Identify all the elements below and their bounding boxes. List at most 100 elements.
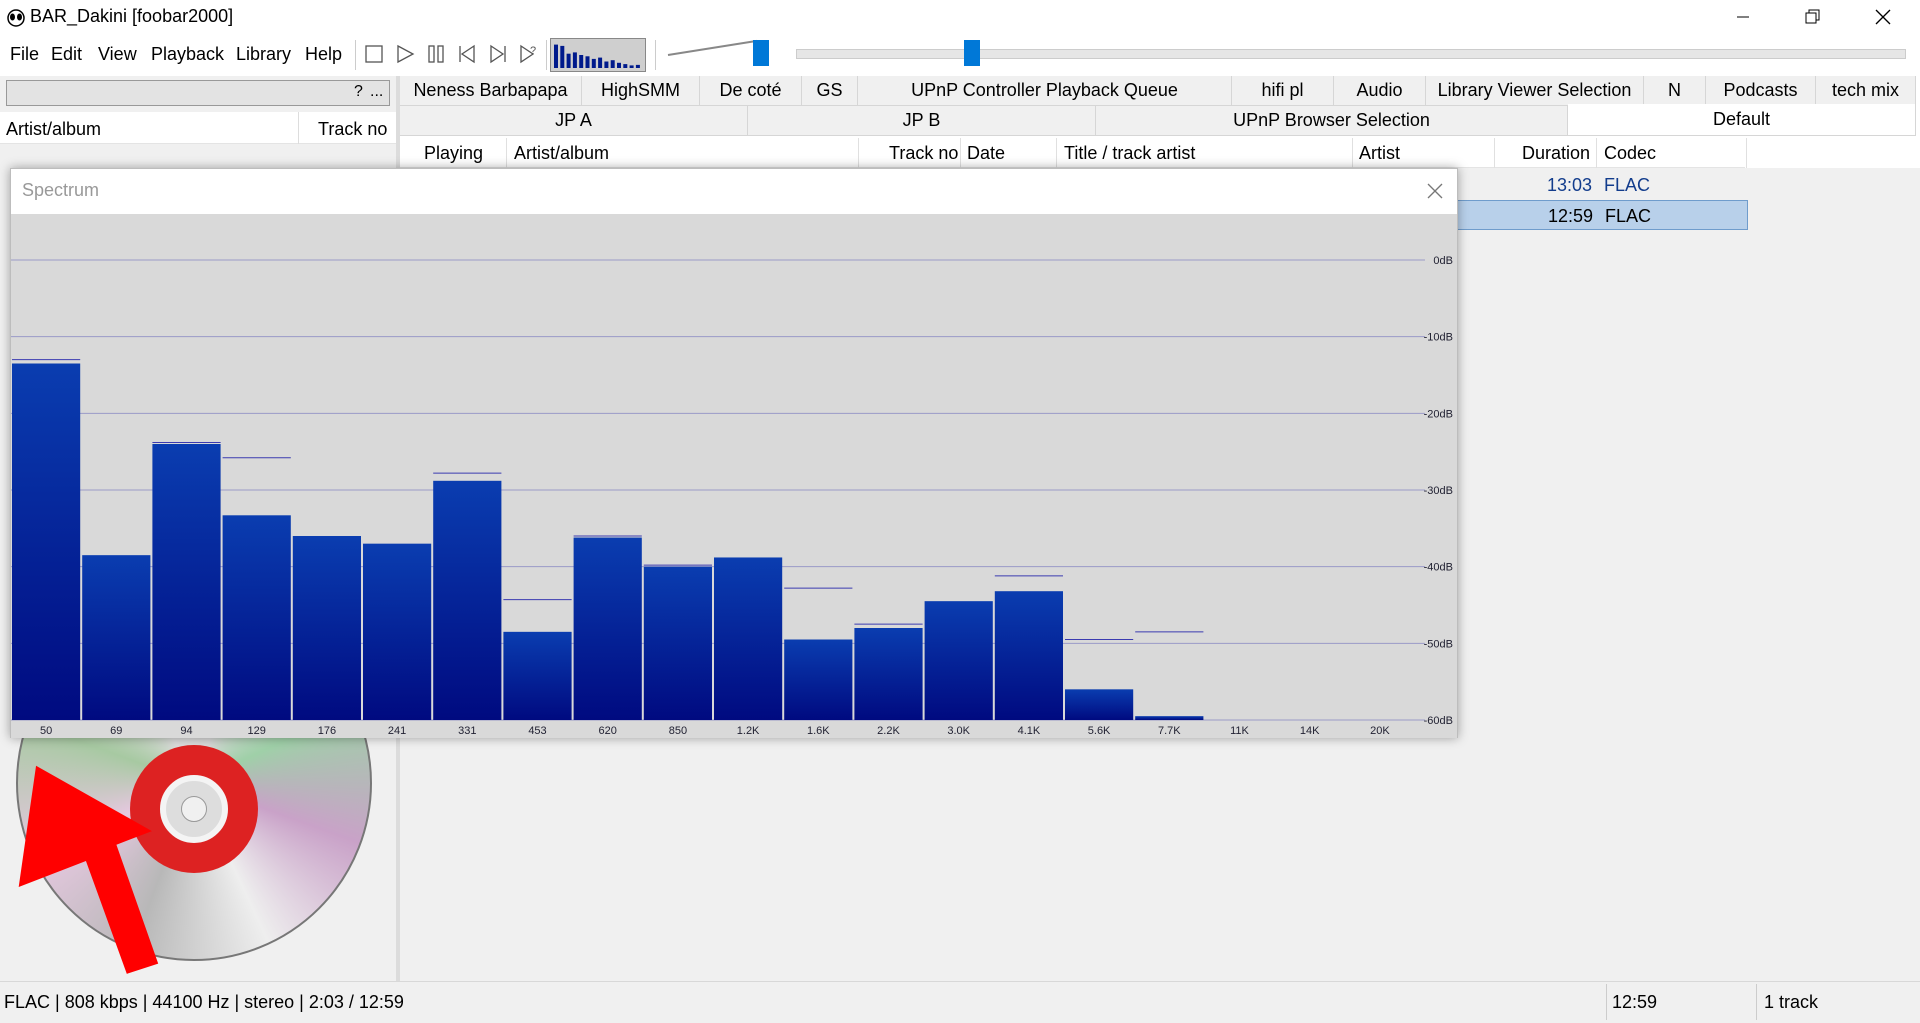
row-duration: 12:59: [1548, 206, 1594, 226]
x-tick-label: 1.2K: [737, 725, 760, 737]
y-tick-label: -20dB: [1424, 408, 1453, 420]
close-icon: [1427, 183, 1443, 199]
column-divider[interactable]: [1056, 138, 1057, 168]
pause-icon: [428, 45, 444, 63]
mini-spectrum-bar: [598, 57, 603, 68]
pause-button[interactable]: [422, 40, 450, 68]
tab-tech-mix[interactable]: tech mix: [1816, 76, 1916, 106]
mini-spectrum-bar: [554, 44, 558, 68]
restore-button[interactable]: [1778, 0, 1848, 34]
spectrum-bar: [292, 536, 361, 720]
library-column-track-no[interactable]: Track no: [318, 119, 387, 140]
spectrum-bar: [924, 601, 993, 720]
y-tick-label: -30dB: [1424, 485, 1453, 497]
menu-view[interactable]: View: [98, 44, 137, 65]
previous-button[interactable]: [453, 40, 481, 68]
column-codec[interactable]: Codec: [1604, 143, 1656, 164]
tab-neness-barbapapa[interactable]: Neness Barbapapa: [400, 76, 582, 106]
mini-spectrum-bar: [591, 58, 596, 68]
mini-spectrum-bar: [566, 53, 571, 68]
tab-default[interactable]: Default: [1568, 104, 1916, 136]
tab-jp-a[interactable]: JP A: [400, 106, 748, 136]
tab-audio[interactable]: Audio: [1334, 76, 1426, 106]
search-help-button[interactable]: ?: [354, 83, 363, 101]
column-divider[interactable]: [298, 112, 299, 144]
column-track-no[interactable]: Track no: [889, 143, 958, 164]
library-search-input[interactable]: [6, 80, 390, 106]
y-tick-label: -10dB: [1424, 332, 1453, 344]
tab-hifi-pl[interactable]: hifi pl: [1232, 76, 1334, 106]
x-tick-label: 241: [388, 725, 406, 737]
spectrum-bar: [433, 480, 502, 720]
tab-jp-b[interactable]: JP B: [748, 106, 1096, 136]
x-tick-label: 850: [669, 725, 687, 737]
column-divider[interactable]: [1352, 138, 1353, 168]
menu-file[interactable]: File: [10, 44, 39, 65]
x-tick-label: 176: [318, 725, 336, 737]
column-divider[interactable]: [960, 138, 961, 168]
tab-upnp-controller-playback-queue[interactable]: UPnP Controller Playback Queue: [858, 76, 1232, 106]
y-tick-label: -40dB: [1424, 562, 1453, 574]
status-divider: [1606, 984, 1607, 1020]
column-divider[interactable]: [506, 138, 507, 168]
column-divider[interactable]: [1494, 138, 1495, 168]
x-tick-label: 2.2K: [877, 725, 900, 737]
library-column-artist-album[interactable]: Artist/album: [6, 119, 101, 140]
column-playing[interactable]: Playing: [424, 143, 483, 164]
x-tick-label: 129: [248, 725, 266, 737]
mini-spectrum-bar: [635, 64, 640, 68]
restore-icon: [1805, 9, 1820, 24]
tab-podcasts[interactable]: Podcasts: [1706, 76, 1816, 106]
x-tick-label: 1.6K: [807, 725, 830, 737]
column-divider[interactable]: [1746, 138, 1747, 168]
x-tick-label: 69: [110, 725, 122, 737]
seekbar-track[interactable]: [796, 49, 1906, 59]
play-icon: [397, 44, 415, 64]
menu-library[interactable]: Library: [236, 44, 291, 65]
mini-spectrum-bar: [572, 52, 577, 68]
spectrum-close-button[interactable]: [1422, 178, 1448, 204]
close-button[interactable]: [1848, 0, 1918, 34]
x-tick-label: 4.1K: [1018, 725, 1041, 737]
column-divider[interactable]: [1596, 138, 1597, 168]
next-button[interactable]: [484, 40, 512, 68]
y-tick-label: -60dB: [1424, 715, 1453, 727]
y-tick-label: -50dB: [1424, 638, 1453, 650]
row-codec: FLAC: [1605, 206, 1652, 226]
volume-slider-thumb[interactable]: [753, 40, 769, 66]
spectrum-bar: [82, 555, 151, 720]
spectrum-bar: [573, 537, 642, 720]
mini-spectrum-bars: [554, 44, 640, 68]
column-duration[interactable]: Duration: [1522, 143, 1590, 164]
menu-help[interactable]: Help: [305, 44, 342, 65]
column-artist-album[interactable]: Artist/album: [514, 143, 609, 164]
tab-library-viewer-selection[interactable]: Library Viewer Selection: [1426, 76, 1644, 106]
column-title-track-artist[interactable]: Title / track artist: [1064, 143, 1195, 164]
tab-n[interactable]: N: [1644, 76, 1706, 106]
minimize-icon: [1737, 16, 1749, 18]
mini-spectrum-visualisation[interactable]: [550, 38, 646, 72]
status-track-info: FLAC | 808 kbps | 44100 Hz | stereo | 2:…: [4, 992, 404, 1012]
spectrum-window-title: Spectrum: [22, 180, 100, 200]
play-button[interactable]: [391, 40, 419, 68]
random-button[interactable]: ?: [515, 40, 543, 68]
column-divider[interactable]: [858, 138, 859, 168]
x-tick-label: 5.6K: [1088, 725, 1111, 737]
menu-edit[interactable]: Edit: [51, 44, 82, 65]
search-options-button[interactable]: ...: [370, 83, 383, 101]
spectrum-bar: [222, 515, 291, 720]
status-divider: [1756, 984, 1757, 1020]
column-date[interactable]: Date: [967, 143, 1005, 164]
tab-de-cote[interactable]: De coté: [700, 76, 802, 106]
column-artist[interactable]: Artist: [1359, 143, 1400, 164]
title-bar: [0, 0, 1920, 34]
menu-playback[interactable]: Playback: [151, 44, 224, 65]
tab-gs[interactable]: GS: [802, 76, 858, 106]
spectrum-bar: [12, 363, 81, 720]
seekbar-thumb[interactable]: [964, 40, 980, 66]
tab-highsmm[interactable]: HighSMM: [582, 76, 700, 106]
stop-button[interactable]: [360, 40, 388, 68]
minimize-button[interactable]: [1708, 0, 1778, 34]
tab-upnp-browser-selection[interactable]: UPnP Browser Selection: [1096, 106, 1568, 136]
x-tick-label: 94: [180, 725, 192, 737]
